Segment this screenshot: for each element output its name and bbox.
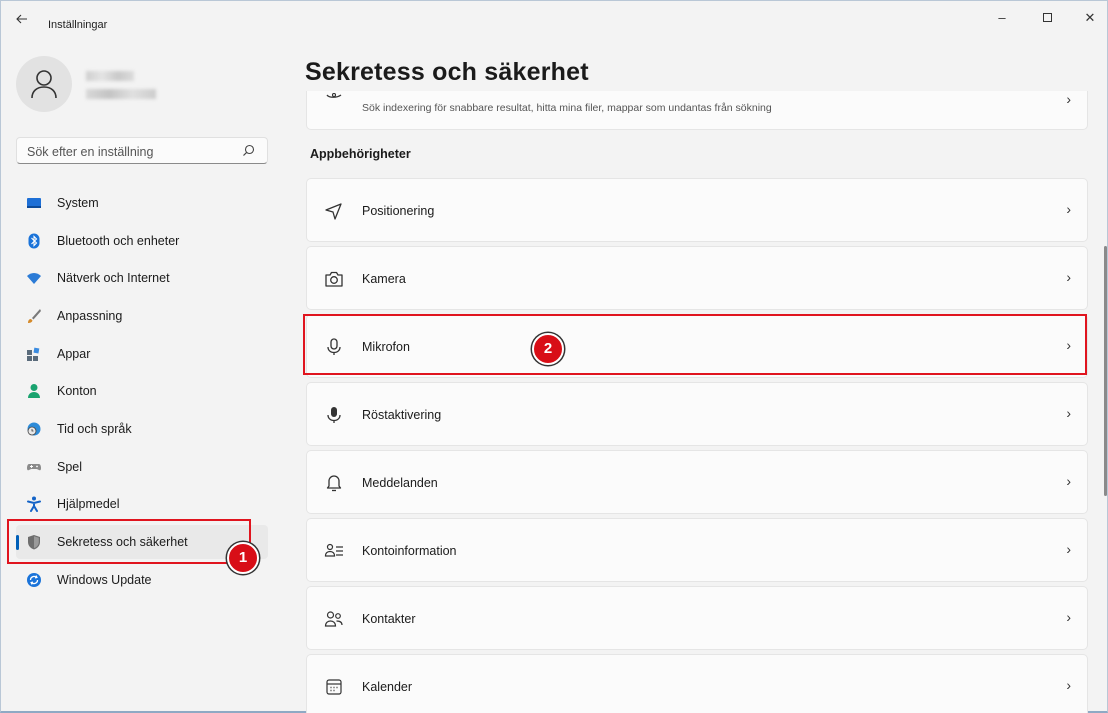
sidebar-item-accessibility[interactable]: Hjälpmedel bbox=[16, 487, 268, 521]
globe-clock-icon bbox=[27, 422, 41, 436]
sidebar-item-label: Appar bbox=[57, 347, 91, 361]
sidebar-item-label: System bbox=[57, 196, 99, 210]
user-email-redacted bbox=[86, 89, 156, 99]
chevron-right-icon: › bbox=[1066, 677, 1071, 693]
sidebar-item-gaming[interactable]: Spel bbox=[16, 450, 268, 484]
minimize-icon: – bbox=[998, 10, 1006, 25]
arrow-left-icon bbox=[16, 14, 27, 24]
sidebar-item-apps[interactable]: Appar bbox=[16, 337, 268, 371]
card-label: Röstaktivering bbox=[362, 408, 442, 422]
sidebar-item-label: Nätverk och Internet bbox=[57, 271, 170, 285]
title-bar: Inställningar – ✕ bbox=[1, 1, 1108, 35]
card-calendar[interactable]: Kalender › bbox=[306, 654, 1088, 713]
apps-icon bbox=[27, 347, 40, 361]
brush-icon bbox=[28, 309, 41, 323]
chevron-right-icon: › bbox=[1066, 473, 1071, 489]
card-label: Kamera bbox=[362, 272, 406, 286]
bluetooth-icon bbox=[28, 233, 40, 249]
sidebar-item-label: Spel bbox=[57, 460, 83, 474]
card-camera[interactable]: Kamera › bbox=[306, 246, 1088, 310]
voice-activation-icon bbox=[327, 407, 341, 423]
app-title: Inställningar bbox=[48, 19, 108, 31]
search-indexing-description: Sök indexering för snabbare resultat, hi… bbox=[362, 102, 772, 114]
monitor-icon bbox=[27, 198, 41, 208]
account-info-icon bbox=[324, 543, 343, 557]
chevron-right-icon: › bbox=[1066, 269, 1071, 285]
sidebar-item-personalization[interactable]: Anpassning bbox=[16, 299, 268, 333]
search-indexing-icon bbox=[326, 93, 342, 98]
card-location[interactable]: Positionering › bbox=[306, 178, 1088, 242]
maximize-button[interactable] bbox=[1032, 7, 1062, 29]
sidebar-item-label: Tid och språk bbox=[57, 422, 132, 436]
update-icon bbox=[27, 573, 41, 587]
highlight-box-2 bbox=[303, 314, 1087, 375]
card-label: Kontakter bbox=[362, 612, 416, 626]
sidebar-item-time-language[interactable]: Tid och språk bbox=[16, 412, 268, 446]
accessibility-icon bbox=[27, 496, 41, 512]
minimize-button[interactable]: – bbox=[987, 7, 1017, 29]
chevron-right-icon: › bbox=[1066, 541, 1071, 557]
card-label: Kontoinformation bbox=[362, 544, 457, 558]
sidebar-item-label: Anpassning bbox=[57, 309, 123, 323]
sidebar-item-label: Windows Update bbox=[57, 573, 152, 587]
settings-window: Inställningar – ✕ Sök efter en inställni… bbox=[0, 0, 1108, 713]
search-input[interactable]: Sök efter en inställning bbox=[16, 137, 268, 164]
card-notifications[interactable]: Meddelanden › bbox=[306, 450, 1088, 514]
contacts-icon bbox=[324, 611, 343, 627]
sidebar-item-accounts[interactable]: Konton bbox=[16, 374, 268, 408]
card-label: Kalender bbox=[362, 680, 413, 694]
annotation-badge-2: 2 bbox=[532, 333, 564, 365]
close-button[interactable]: ✕ bbox=[1075, 7, 1105, 29]
sidebar-item-bluetooth[interactable]: Bluetooth och enheter bbox=[16, 224, 268, 258]
section-heading: Appbehörigheter bbox=[310, 147, 411, 161]
bell-icon bbox=[326, 475, 342, 492]
sidebar-item-label: Konton bbox=[57, 384, 97, 398]
close-icon: ✕ bbox=[1084, 10, 1096, 25]
chevron-right-icon: › bbox=[1066, 91, 1071, 107]
back-button[interactable] bbox=[11, 11, 33, 29]
maximize-icon bbox=[1042, 13, 1052, 22]
chevron-right-icon: › bbox=[1066, 609, 1071, 625]
annotation-badge-1: 1 bbox=[227, 542, 259, 574]
chevron-right-icon: › bbox=[1066, 201, 1071, 217]
chevron-right-icon: › bbox=[1066, 405, 1071, 421]
card-label: Positionering bbox=[362, 204, 435, 218]
scrollbar[interactable] bbox=[1104, 246, 1107, 496]
camera-icon bbox=[325, 271, 343, 287]
sidebar-item-label: Bluetooth och enheter bbox=[57, 234, 180, 248]
card-label: Meddelanden bbox=[362, 476, 438, 490]
search-icon bbox=[243, 144, 255, 156]
location-icon bbox=[325, 203, 342, 220]
calendar-icon bbox=[326, 679, 342, 695]
highlight-box-1 bbox=[7, 519, 251, 564]
wifi-icon bbox=[27, 273, 41, 284]
person-avatar-icon bbox=[31, 70, 57, 99]
page-title: Sekretess och säkerhet bbox=[305, 58, 589, 86]
avatar[interactable] bbox=[16, 56, 72, 112]
card-voice-activation[interactable]: Röstaktivering › bbox=[306, 382, 1088, 446]
search-indexing-card[interactable]: Sök indexering för snabbare resultat, hi… bbox=[306, 91, 1088, 130]
card-contacts[interactable]: Kontakter › bbox=[306, 586, 1088, 650]
sidebar-item-label: Hjälpmedel bbox=[57, 497, 120, 511]
card-account-info[interactable]: Kontoinformation › bbox=[306, 518, 1088, 582]
search-placeholder: Sök efter en inställning bbox=[27, 145, 154, 159]
sidebar-item-system[interactable]: System bbox=[16, 186, 268, 220]
sidebar-item-network[interactable]: Nätverk och Internet bbox=[16, 261, 268, 295]
user-name-redacted bbox=[86, 71, 134, 81]
gamepad-icon bbox=[27, 464, 41, 471]
person-icon bbox=[28, 384, 40, 398]
